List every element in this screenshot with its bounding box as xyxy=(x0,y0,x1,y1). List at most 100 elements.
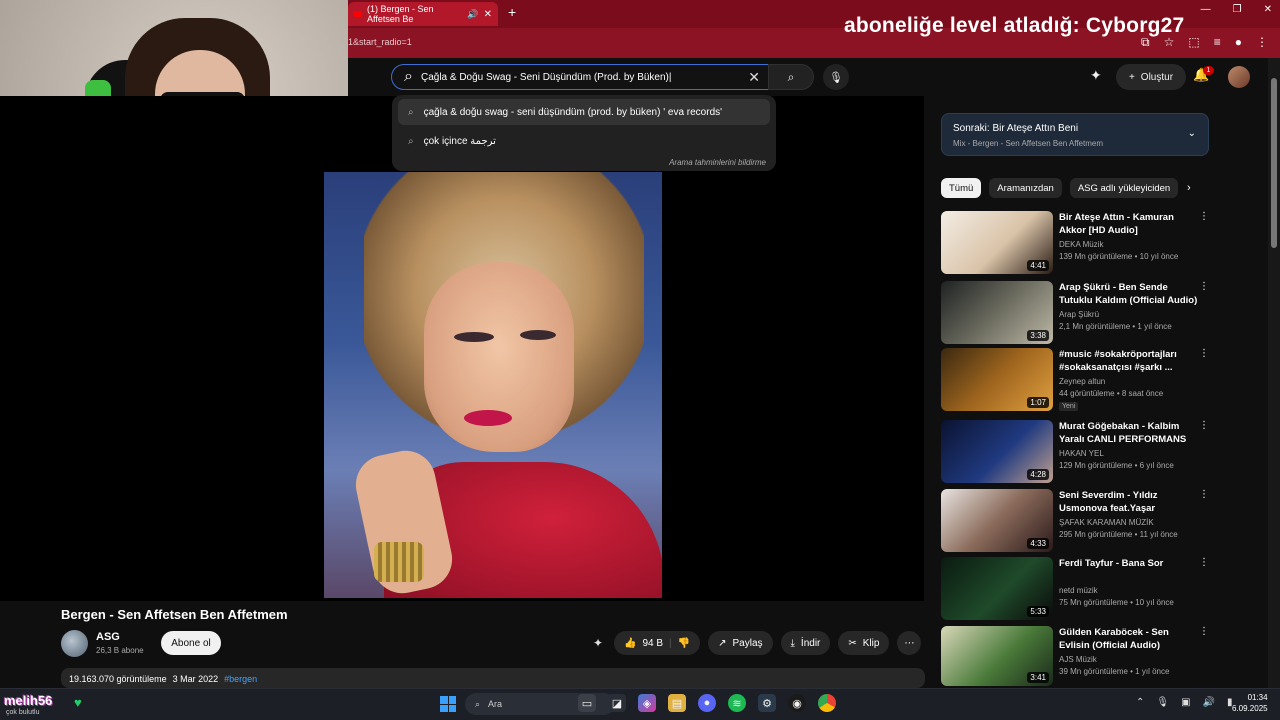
task-view-icon[interactable]: ◪ xyxy=(608,694,626,712)
taskbar-clock[interactable]: 01:34 6.09.2025 xyxy=(1232,692,1268,714)
report-predictions-link[interactable]: Arama tahminlerini bildirme xyxy=(669,158,766,167)
thumbs-down-icon[interactable]: 👎 xyxy=(678,638,690,649)
extensions-icon[interactable]: ⬚ xyxy=(1188,35,1199,50)
video-thumbnail[interactable]: 4:33 xyxy=(941,489,1053,552)
recommendation-item[interactable]: 4:28 Murat Göğebakan - Kalbim Yaralı CAN… xyxy=(941,420,1221,486)
chevron-right-icon[interactable]: › xyxy=(1187,182,1191,194)
video-thumbnail[interactable]: 3:38 xyxy=(941,281,1053,344)
scrollbar-thumb[interactable] xyxy=(1271,78,1277,248)
ai-sparkle-icon[interactable]: ✦ xyxy=(590,636,606,650)
channel-name[interactable]: ASG xyxy=(96,631,120,643)
volume-icon[interactable]: 🔊 xyxy=(1203,697,1215,708)
recommendation-item[interactable]: 3:38 Arap Şükrü - Ben Sende Tutuklu Kald… xyxy=(941,281,1221,347)
like-button[interactable]: 👍 94 B | 👎 xyxy=(614,631,701,655)
channel-avatar[interactable] xyxy=(61,630,88,657)
video-frame[interactable] xyxy=(324,172,662,598)
reading-list-icon[interactable]: ≡ xyxy=(1214,35,1221,50)
clock-time: 01:34 xyxy=(1247,693,1268,702)
suggestion-item[interactable]: ⌕ çok içince ترجمة xyxy=(398,128,770,154)
search-input[interactable]: ⌕ Çağla & Doğu Swag - Seni Düşündüm (Pro… xyxy=(391,64,769,90)
suggestion-text: çok içince ترجمة xyxy=(423,135,496,147)
more-options-icon[interactable]: ⋮ xyxy=(1199,348,1209,359)
more-options-icon[interactable]: ⋮ xyxy=(1199,420,1209,431)
video-thumbnail[interactable]: 1:07 xyxy=(941,348,1053,411)
recommendation-channel[interactable]: HAKAN YEL xyxy=(1059,449,1104,458)
video-thumbnail[interactable]: 4:28 xyxy=(941,420,1053,483)
video-thumbnail[interactable]: 3:41 xyxy=(941,626,1053,686)
network-icon[interactable]: ▣ xyxy=(1181,697,1190,708)
voice-search-button[interactable]: 🎙 xyxy=(823,64,849,90)
hashtag-link[interactable]: #bergen xyxy=(224,674,257,684)
new-tab-icon[interactable]: + xyxy=(508,4,516,20)
recommendation-title[interactable]: #music #sokakröportajları #sokaksanatçıs… xyxy=(1059,348,1199,374)
chevron-down-icon[interactable]: ⌄ xyxy=(1188,128,1196,139)
mic-tray-icon[interactable]: 🎙 xyxy=(1156,697,1169,708)
ai-sparkle-icon[interactable]: ✦ xyxy=(1090,67,1102,84)
recommendation-channel[interactable]: Arap Şükrü xyxy=(1059,310,1099,319)
minimize-icon[interactable]: — xyxy=(1201,4,1211,15)
recommendation-item[interactable]: 3:41 Gülden Karaböcek - Sen Evlisin (Off… xyxy=(941,626,1221,686)
create-label: Oluştur xyxy=(1140,71,1174,83)
subscribe-button[interactable]: Abone ol xyxy=(161,631,221,655)
windows-start-icon[interactable] xyxy=(440,696,456,712)
recommendation-channel[interactable]: Zeynep altun xyxy=(1059,377,1105,386)
recommendation-item[interactable]: 4:41 Bir Ateşe Attın - Kamuran Akkor [HD… xyxy=(941,211,1221,277)
recommendation-channel[interactable]: netd müzik xyxy=(1059,586,1098,595)
suggestion-item[interactable]: ⌕ çağla & doğu swag - seni düşündüm (pro… xyxy=(398,99,770,125)
chip-all[interactable]: Tümü xyxy=(941,178,982,198)
download-button[interactable]: ⤓ İndir xyxy=(780,631,831,655)
more-actions-button[interactable]: ⋯ xyxy=(897,631,922,655)
subscriber-count: 26,3 B abone xyxy=(96,646,144,655)
page-scrollbar[interactable] xyxy=(1268,58,1280,688)
search-query-text[interactable]: Çağla & Doğu Swag - Seni Düşündüm (Prod.… xyxy=(421,72,672,83)
recommendation-channel[interactable]: DEKA Müzik xyxy=(1059,240,1103,249)
chip-from-uploader[interactable]: ASG adlı yükleyiciden xyxy=(1069,178,1179,198)
recommendation-title[interactable]: Seni Severdim - Yıldız Usmonova feat.Yaş… xyxy=(1059,489,1199,515)
obs-icon[interactable]: ◉ xyxy=(788,694,806,712)
browser-tab-active[interactable]: (1) Bergen - Sen Affetsen Be 🔊 ✕ xyxy=(348,2,498,26)
recommendation-channel[interactable]: AJS Müzik xyxy=(1059,655,1097,664)
chevron-up-icon[interactable]: ⌃ xyxy=(1136,697,1144,708)
more-options-icon[interactable]: ⋮ xyxy=(1199,489,1209,500)
more-options-icon[interactable]: ⋮ xyxy=(1199,211,1209,222)
more-options-icon[interactable]: ⋮ xyxy=(1199,557,1209,568)
settings-gear-icon[interactable]: ⚙ xyxy=(758,694,776,712)
copilot-icon[interactable]: ◈ xyxy=(638,694,656,712)
tab-close-icon[interactable]: ✕ xyxy=(484,9,492,20)
clip-button[interactable]: ✂ Klip xyxy=(838,631,890,655)
profile-icon[interactable]: ● xyxy=(1235,35,1242,50)
chrome-icon[interactable] xyxy=(818,694,836,712)
clear-search-icon[interactable]: ✕ xyxy=(748,69,760,86)
more-options-icon[interactable]: ⋮ xyxy=(1199,281,1209,292)
recommendation-item[interactable]: 1:07 #music #sokakröportajları #sokaksan… xyxy=(941,348,1221,414)
spotify-icon[interactable]: ≋ xyxy=(728,694,746,712)
create-button[interactable]: + Oluştur xyxy=(1116,64,1186,90)
recommendation-title[interactable]: Gülden Karaböcek - Sen Evlisin (Official… xyxy=(1059,626,1199,652)
folder-icon[interactable]: ▤ xyxy=(668,694,686,712)
address-url[interactable]: 1&start_radio=1 xyxy=(348,37,412,47)
more-options-icon[interactable]: ⋮ xyxy=(1199,626,1209,637)
recommendation-item[interactable]: 5:33 Ferdi Tayfur - Bana Sor netd müzik … xyxy=(941,557,1221,623)
video-thumbnail[interactable]: 5:33 xyxy=(941,557,1053,620)
file-manager-icon[interactable]: ▭ xyxy=(578,694,596,712)
description-box[interactable]: 19.163.070 görüntüleme 3 Mar 2022 #berge… xyxy=(61,668,925,688)
browser-menu-icon[interactable]: ⋮ xyxy=(1256,35,1268,50)
video-subject-lips xyxy=(464,410,512,426)
close-window-icon[interactable]: ✕ xyxy=(1264,4,1272,15)
search-button[interactable]: ⌕ xyxy=(768,64,814,90)
tab-audio-icon[interactable]: 🔊 xyxy=(467,9,478,20)
video-thumbnail[interactable]: 4:41 xyxy=(941,211,1053,274)
recommendation-title[interactable]: Murat Göğebakan - Kalbim Yaralı CANLI PE… xyxy=(1059,420,1199,446)
share-button[interactable]: ↗ Paylaş xyxy=(708,631,773,655)
up-next-mix-panel[interactable]: Sonraki: Bir Ateşe Attın Beni Mix - Berg… xyxy=(941,113,1209,156)
recommendation-title[interactable]: Arap Şükrü - Ben Sende Tutuklu Kaldım (O… xyxy=(1059,281,1199,307)
recommendation-item[interactable]: 4:33 Seni Severdim - Yıldız Usmonova fea… xyxy=(941,489,1221,555)
discord-icon[interactable]: ● xyxy=(698,694,716,712)
video-title: Bergen - Sen Affetsen Ben Affetmem xyxy=(61,607,288,622)
account-avatar[interactable] xyxy=(1228,66,1250,88)
recommendation-title[interactable]: Bir Ateşe Attın - Kamuran Akkor [HD Audi… xyxy=(1059,211,1199,237)
recommendation-channel[interactable]: ŞAFAK KARAMAN MÜZİK xyxy=(1059,518,1154,527)
maximize-icon[interactable]: ❐ xyxy=(1233,4,1242,15)
recommendation-title[interactable]: Ferdi Tayfur - Bana Sor xyxy=(1059,557,1199,570)
chip-from-search[interactable]: Aramanızdan xyxy=(989,178,1062,198)
